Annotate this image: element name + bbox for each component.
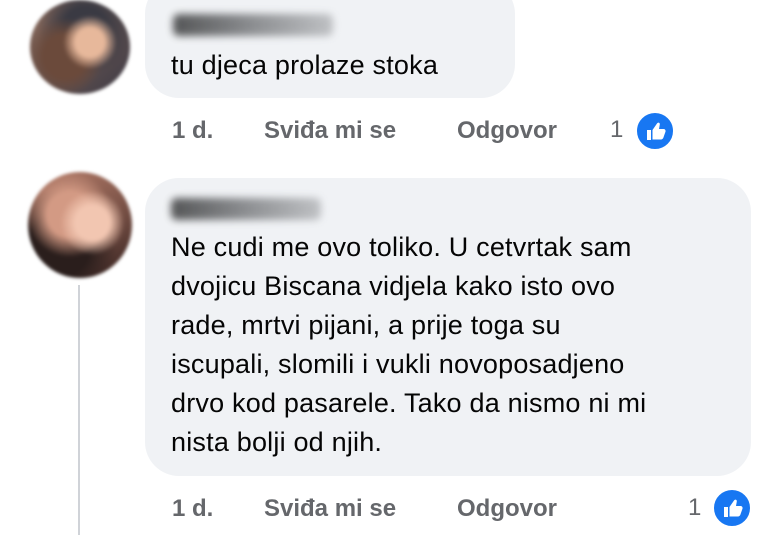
like-button[interactable]: Sviđa mi se — [264, 495, 396, 523]
comment-text: tu djeca prolaze stoka — [171, 50, 439, 80]
avatar[interactable] — [28, 172, 132, 278]
comment-thread: tu djeca prolaze stoka 1 d. Sviđa mi se … — [0, 0, 780, 535]
reply-button[interactable]: Odgovor — [457, 495, 557, 523]
reply-button[interactable]: Odgovor — [457, 117, 557, 145]
like-button[interactable]: Sviđa mi se — [264, 117, 396, 145]
avatar[interactable] — [30, 0, 130, 94]
comment-bubble: Ne cudi me ovo toliko. U cetvrtak sam dv… — [145, 178, 751, 476]
reaction-count[interactable]: 1 — [610, 116, 623, 144]
like-thumbs-up-icon[interactable] — [634, 110, 676, 152]
comment-timestamp[interactable]: 1 d. — [172, 117, 213, 145]
comment-text: Ne cudi me ovo toliko. U cetvrtak sam dv… — [171, 232, 647, 457]
like-thumbs-up-icon[interactable] — [711, 487, 753, 529]
thread-connector-line — [78, 285, 80, 535]
author-name-blurred[interactable] — [173, 14, 333, 36]
comment-bubble: tu djeca prolaze stoka — [145, 0, 515, 98]
author-name-blurred[interactable] — [171, 198, 321, 220]
comment-timestamp[interactable]: 1 d. — [172, 495, 213, 523]
reaction-count[interactable]: 1 — [688, 494, 701, 522]
